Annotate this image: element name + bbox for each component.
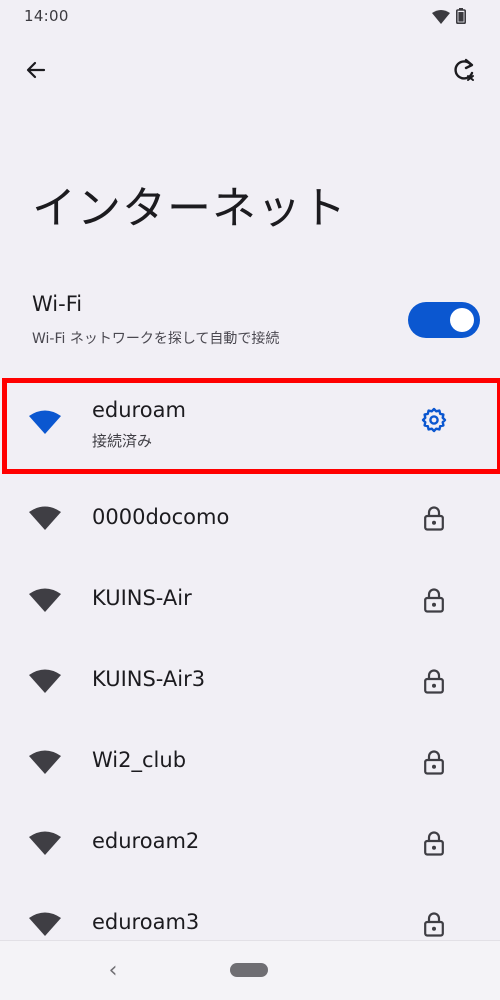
back-button[interactable] — [16, 52, 56, 92]
network-row-kuins-air[interactable]: KUINS-Air — [0, 560, 500, 640]
battery-icon — [456, 8, 466, 28]
network-row-eduroam[interactable]: eduroam 接続済み — [0, 380, 500, 464]
chevron-left-icon: ‹ — [108, 957, 118, 983]
network-name: KUINS-Air3 — [92, 667, 206, 691]
wifi-toggle-row[interactable]: Wi-Fi Wi-Fi ネットワークを探して自動で接続 — [0, 280, 500, 364]
nav-back-button[interactable]: ‹ — [98, 955, 128, 985]
arrow-left-icon — [24, 58, 48, 86]
wifi-signal-icon — [28, 912, 62, 938]
lock-icon — [416, 582, 452, 618]
wifi-subtitle: Wi-Fi ネットワークを探して自動で接続 — [32, 331, 280, 347]
lock-icon — [416, 500, 452, 536]
network-name: eduroam — [92, 398, 186, 422]
wifi-title: Wi-Fi — [32, 292, 83, 316]
refresh-button[interactable] — [444, 52, 484, 92]
network-name: 0000docomo — [92, 505, 230, 529]
wifi-signal-icon — [28, 831, 62, 857]
system-nav-bar: ‹ — [0, 940, 500, 1000]
wifi-switch-thumb — [450, 308, 474, 332]
network-status: 接続済み — [92, 432, 153, 450]
lock-icon — [416, 744, 452, 780]
network-row-0000docomo[interactable]: 0000docomo — [0, 478, 500, 558]
gear-icon — [420, 406, 448, 438]
status-icons — [432, 8, 466, 28]
wifi-signal-icon — [28, 588, 62, 614]
network-row-kuins-air3[interactable]: KUINS-Air3 — [0, 641, 500, 721]
status-time: 14:00 — [24, 7, 69, 25]
network-row-eduroam2[interactable]: eduroam2 — [0, 803, 500, 883]
settings-screen: 14:00 インターネット Wi-Fi Wi-Fi ネットワークを探して自動で接… — [0, 0, 500, 1000]
network-name: KUINS-Air — [92, 586, 192, 610]
network-settings-button[interactable] — [416, 404, 452, 440]
page-title: インターネット — [32, 183, 347, 234]
refresh-icon — [451, 57, 477, 87]
network-name: eduroam3 — [92, 910, 200, 934]
wifi-signal-icon — [28, 506, 62, 532]
wifi-switch[interactable] — [408, 302, 480, 338]
status-bar: 14:00 — [0, 0, 500, 34]
network-name: eduroam2 — [92, 829, 200, 853]
wifi-signal-icon — [28, 669, 62, 695]
top-app-bar — [0, 44, 500, 100]
lock-icon — [416, 663, 452, 699]
nav-home-pill[interactable] — [230, 963, 268, 977]
wifi-signal-icon — [28, 410, 62, 436]
network-row-wi2-club[interactable]: Wi2_club — [0, 722, 500, 802]
lock-icon — [416, 906, 452, 942]
network-name: Wi2_club — [92, 748, 187, 772]
wifi-signal-icon — [432, 9, 450, 28]
lock-icon — [416, 825, 452, 861]
wifi-signal-icon — [28, 750, 62, 776]
